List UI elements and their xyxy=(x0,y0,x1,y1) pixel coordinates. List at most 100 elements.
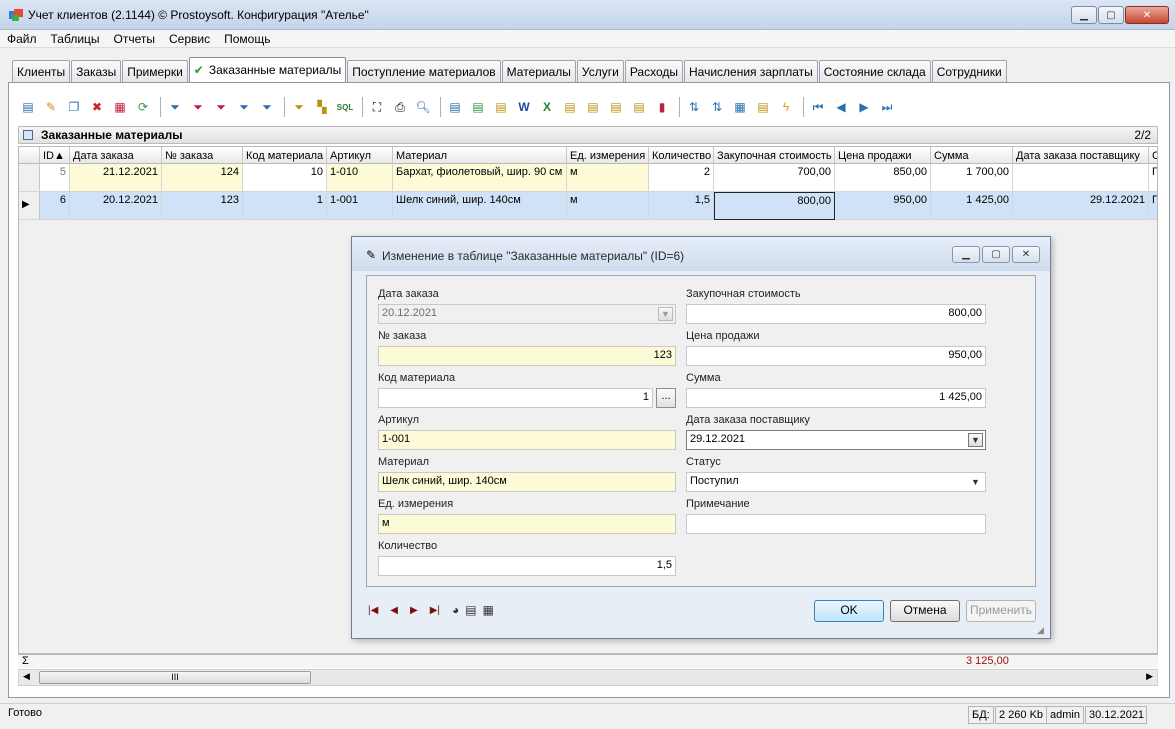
status-select[interactable]: Поступил ▼ xyxy=(686,472,986,492)
cell-material-code[interactable]: 1 xyxy=(243,192,327,220)
menu-service[interactable]: Сервис xyxy=(169,32,210,46)
cell-qty[interactable]: 2 xyxy=(649,164,714,192)
document-icon[interactable]: ▦ xyxy=(483,603,494,617)
material-field[interactable]: Шелк синий, шир. 140см xyxy=(378,472,676,492)
minimize-button[interactable]: ▁ xyxy=(1071,6,1097,24)
dropdown-arrow-icon[interactable]: ▼ xyxy=(658,307,673,321)
scroll-left-icon[interactable]: ◀ xyxy=(23,671,30,682)
print-preview-icon[interactable]: 🔍︎ xyxy=(413,97,433,117)
tab-material-receipts[interactable]: Поступление материалов xyxy=(347,60,501,82)
tab-salary[interactable]: Начисления зарплаты xyxy=(684,60,818,82)
cancel-button[interactable]: Отмена xyxy=(890,600,960,622)
cell-material[interactable]: Бархат, фиолетовый, шир. 90 см xyxy=(393,164,567,192)
dropdown-arrow-icon[interactable]: ▼ xyxy=(968,475,983,489)
delete-table-icon[interactable]: ▦ xyxy=(110,97,130,117)
cell-unit[interactable]: м xyxy=(567,192,649,220)
columns-icon[interactable]: ▤ xyxy=(753,97,773,117)
sort-icon[interactable]: ⏷ xyxy=(289,97,309,117)
material-lookup-button[interactable]: ... xyxy=(656,388,676,408)
cell-id[interactable]: 6 xyxy=(40,192,70,220)
export-icon-2[interactable]: ▤ xyxy=(468,97,488,117)
nav-prev-icon[interactable]: ◀ xyxy=(390,605,398,616)
palette-icon[interactable]: ◕ xyxy=(452,603,459,617)
export-icon-8[interactable]: ▤ xyxy=(606,97,626,117)
dialog-close-button[interactable]: ✕ xyxy=(1012,246,1040,263)
table-row[interactable]: ▶ 6 20.12.2021 123 1 1-001 Шелк синий, ш… xyxy=(19,192,1157,220)
apply-button[interactable]: Применить xyxy=(966,600,1036,622)
scroll-thumb[interactable]: III xyxy=(39,671,311,684)
menu-tables[interactable]: Таблицы xyxy=(51,32,100,46)
export-word-icon[interactable]: W xyxy=(514,97,534,117)
dropdown-arrow-icon[interactable]: ▼ xyxy=(968,433,983,447)
sort-asc-icon[interactable]: ⇅ xyxy=(684,97,704,117)
export-excel-icon[interactable]: X xyxy=(537,97,557,117)
header-unit[interactable]: Ед. измерения xyxy=(567,147,649,164)
tab-employees[interactable]: Сотрудники xyxy=(931,60,1007,82)
group-icon[interactable]: ▚ xyxy=(312,97,332,117)
export-icon-7[interactable]: ▤ xyxy=(583,97,603,117)
scroll-right-icon[interactable]: ▶ xyxy=(1146,671,1153,682)
cell-qty[interactable]: 1,5 xyxy=(649,192,714,220)
qty-field[interactable]: 1,5 xyxy=(378,556,676,576)
cell-supplier-date[interactable] xyxy=(1013,164,1149,192)
delete-record-icon[interactable]: ✖ xyxy=(87,97,107,117)
edit-form-icon[interactable]: ▤ xyxy=(465,603,476,617)
nav-prev-icon[interactable]: ◀ xyxy=(831,97,851,117)
nav-next-icon[interactable]: ▶ xyxy=(410,605,418,616)
horizontal-scrollbar[interactable]: ◀ III ▶ xyxy=(18,669,1158,686)
cell-status[interactable]: П xyxy=(1149,164,1157,192)
print-icon[interactable]: ⎙ xyxy=(390,97,410,117)
price-field[interactable]: 950,00 xyxy=(686,346,986,366)
export-icon-1[interactable]: ▤ xyxy=(445,97,465,117)
tab-clients[interactable]: Клиенты xyxy=(12,60,71,82)
cell-material[interactable]: Шелк синий, шир. 140см xyxy=(393,192,567,220)
material-code-field[interactable]: 1 xyxy=(378,388,653,408)
order-no-field[interactable]: 123 xyxy=(378,346,676,366)
export-icon-3[interactable]: ▤ xyxy=(491,97,511,117)
nav-first-icon[interactable]: |◀ xyxy=(368,605,378,616)
cell-status[interactable]: П xyxy=(1149,192,1157,220)
tab-orders[interactable]: Заказы xyxy=(71,60,122,82)
cell-order-no[interactable]: 123 xyxy=(162,192,243,220)
resize-grip-icon[interactable]: ◢ xyxy=(1037,625,1047,635)
refresh-icon[interactable]: ⟳ xyxy=(133,97,153,117)
tab-materials[interactable]: Материалы xyxy=(501,60,576,82)
menu-file[interactable]: Файл xyxy=(7,32,37,46)
cost-field[interactable]: 800,00 xyxy=(686,304,986,324)
search-binoculars-icon[interactable]: ⛶ xyxy=(367,97,387,117)
header-order-date[interactable]: Дата заказа xyxy=(70,147,162,164)
add-record-icon[interactable]: ▤ xyxy=(18,97,38,117)
filter-remove-icon[interactable]: ⏷ xyxy=(211,97,231,117)
table-row[interactable]: 5 21.12.2021 124 10 1-010 Бархат, фиолет… xyxy=(19,164,1157,192)
header-sum[interactable]: Сумма xyxy=(931,147,1013,164)
cell-order-date[interactable]: 21.12.2021 xyxy=(70,164,162,192)
lightning-icon[interactable]: ϟ xyxy=(776,97,796,117)
order-date-field[interactable]: 20.12.2021 ▼ xyxy=(378,304,676,324)
filter-clear-icon[interactable]: ⏷ xyxy=(188,97,208,117)
export-icon-6[interactable]: ▤ xyxy=(560,97,580,117)
edit-pencil-icon[interactable]: ✎ xyxy=(41,97,61,117)
unit-field[interactable]: м xyxy=(378,514,676,534)
table-settings-icon[interactable]: ▦ xyxy=(730,97,750,117)
nav-next-icon[interactable]: ▶ xyxy=(854,97,874,117)
header-article[interactable]: Артикул xyxy=(327,147,393,164)
sql-icon[interactable]: SQL xyxy=(335,97,355,117)
header-material[interactable]: Материал xyxy=(393,147,567,164)
header-order-no[interactable]: № заказа xyxy=(162,147,243,164)
chart-icon[interactable]: ▮ xyxy=(652,97,672,117)
cell-sum[interactable]: 1 425,00 xyxy=(931,192,1013,220)
cell-article[interactable]: 1-001 xyxy=(327,192,393,220)
cell-order-no[interactable]: 124 xyxy=(162,164,243,192)
header-qty[interactable]: Количество xyxy=(649,147,714,164)
export-icon-9[interactable]: ▤ xyxy=(629,97,649,117)
filter-edit-icon[interactable]: ⏷ xyxy=(234,97,254,117)
supplier-date-field[interactable]: 29.12.2021 ▼ xyxy=(686,430,986,450)
note-field[interactable] xyxy=(686,514,986,534)
cell-sum[interactable]: 1 700,00 xyxy=(931,164,1013,192)
cell-material-code[interactable]: 10 xyxy=(243,164,327,192)
tab-fittings[interactable]: Примерки xyxy=(122,60,188,82)
menu-help[interactable]: Помощь xyxy=(224,32,270,46)
header-cost[interactable]: Закупочная стоимость xyxy=(714,147,835,164)
header-price[interactable]: Цена продажи xyxy=(835,147,931,164)
header-supplier-date[interactable]: Дата заказа поставщику xyxy=(1013,147,1149,164)
